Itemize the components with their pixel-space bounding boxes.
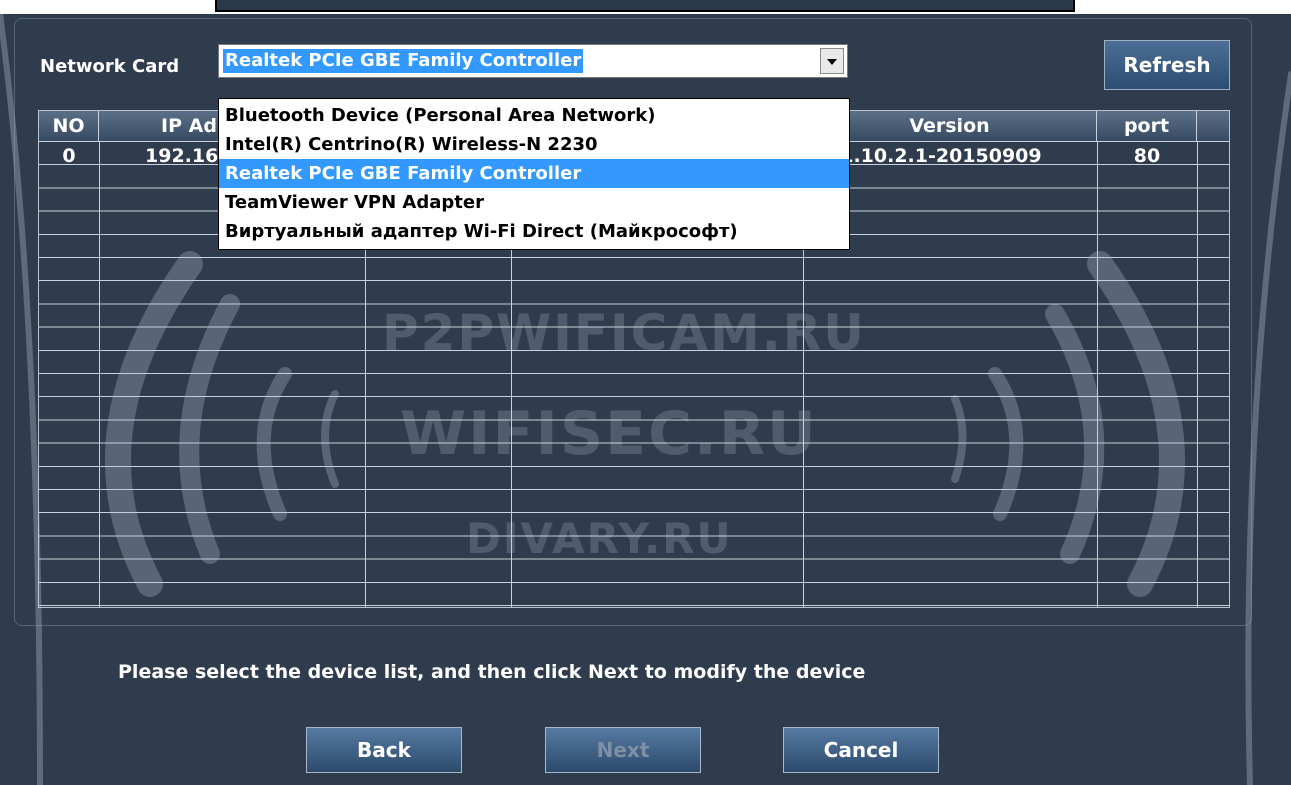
arc-right-small: [951, 395, 967, 483]
arc-left-small: [321, 390, 339, 488]
watermark-p2pwificam: P2PWIFICAM.RU: [382, 304, 866, 362]
arc-right-outer: [1087, 251, 1185, 597]
corner-arc-left: [0, 14, 43, 785]
arc-left-outer: [105, 251, 203, 597]
watermark-wifisec: WIFISEC.RU: [400, 399, 818, 469]
arc-right-inner: [988, 367, 1024, 521]
dropdown-option[interactable]: Виртуальный адаптер Wi-Fi Direct (Майкро…: [219, 217, 849, 246]
top-edge-bar: [215, 0, 1075, 12]
dropdown-option-selected[interactable]: Realtek PCIe GBE Family Controller: [219, 159, 849, 188]
watermark-divary: DIVARY.RU: [466, 514, 733, 563]
dropdown-option[interactable]: TeamViewer VPN Adapter: [219, 188, 849, 217]
arc-left-mid: [179, 294, 240, 564]
dropdown-option[interactable]: Intel(R) Centrino(R) Wireless-N 2230: [219, 130, 849, 159]
dropdown-option[interactable]: Bluetooth Device (Personal Area Network): [219, 101, 849, 130]
arc-right-mid: [1045, 304, 1105, 564]
network-card-dropdown-list[interactable]: Bluetooth Device (Personal Area Network)…: [218, 98, 850, 250]
device-search-window: Network Card Realtek PCIe GBE Family Con…: [0, 14, 1291, 785]
arc-left-inner: [256, 367, 292, 521]
corner-arc-right: [1245, 71, 1291, 785]
